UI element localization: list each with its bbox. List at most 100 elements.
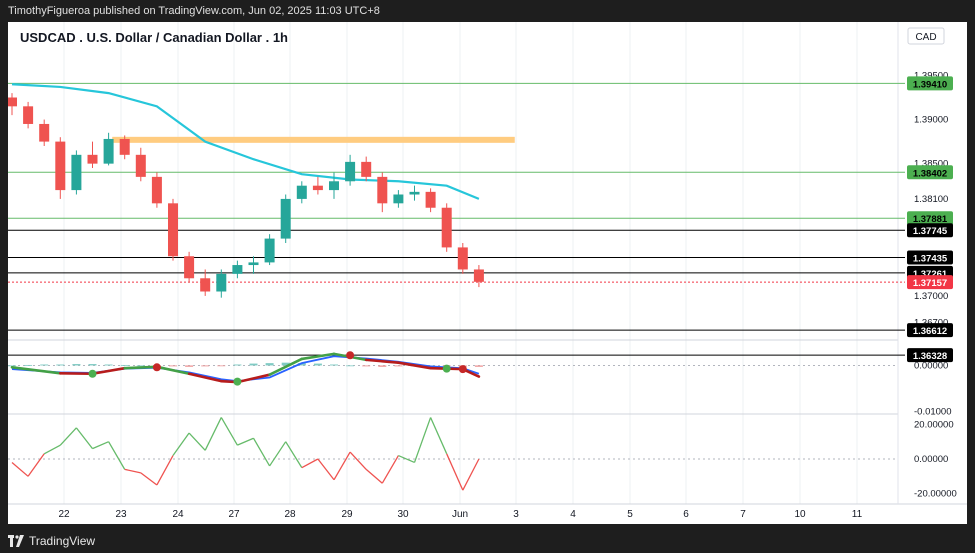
macd-hist-bar — [265, 363, 274, 366]
candle-body — [296, 185, 307, 199]
candle-body — [200, 278, 211, 292]
brand-label: TradingView — [29, 534, 96, 548]
candle-body — [184, 256, 195, 279]
oscillator-segment — [75, 427, 94, 450]
macd-hist-bar — [169, 365, 177, 367]
macd-hist-bar — [56, 364, 65, 366]
macd-hist-bar — [72, 364, 81, 366]
oscillator-segment — [237, 437, 254, 446]
x-tick-label: Jun — [452, 509, 468, 520]
macd-cross-marker — [442, 364, 451, 373]
macd-hist-bar — [201, 365, 210, 367]
oscillator-segment — [43, 444, 61, 455]
grid — [8, 22, 967, 505]
candle-body — [409, 191, 420, 195]
oscillator-segment — [398, 454, 415, 464]
level-label: 1.39410 — [913, 79, 947, 90]
resistance-zone-rect — [112, 136, 515, 143]
candle-body — [151, 176, 162, 204]
price-tick-label: 1.39000 — [914, 115, 948, 126]
macd-hist-bar — [120, 364, 129, 366]
candle-body — [441, 207, 452, 248]
oscillator-segment — [365, 468, 383, 484]
oscillator-segment — [317, 458, 335, 481]
oscillator-segment — [108, 441, 126, 470]
publish-bar: TimothyFigueroa published on TradingView… — [0, 0, 975, 22]
candle-body — [39, 123, 50, 142]
macd-hist-bar — [330, 364, 338, 366]
oscillator-segment — [252, 437, 271, 467]
macd-hist-bar — [474, 365, 483, 367]
candle-body — [312, 185, 323, 191]
candle-body — [457, 247, 468, 270]
macd-cross-marker — [152, 363, 161, 372]
macd-hist-bar — [104, 364, 113, 366]
candle-body — [280, 198, 291, 239]
candle-body — [119, 138, 130, 155]
chart-svg[interactable]: 22 23 24 27 28 29 30 Jun 3 4 5 6 7 10 111.395001.39000… — [7, 22, 967, 524]
macd-hist-bar — [394, 365, 403, 367]
oscillator-segment — [462, 458, 480, 491]
candle-body — [168, 203, 178, 257]
candle-body — [377, 176, 388, 204]
oscillator-segment — [92, 441, 109, 450]
level-label: 1.37157 — [913, 278, 947, 289]
x-tick-label: 11 — [852, 509, 863, 520]
x-tick-label: 23 — [115, 509, 127, 520]
chart-container[interactable]: 22 23 24 27 28 29 30 Jun 3 4 5 6 7 10 11 1.39500 1.39000… — [7, 22, 967, 524]
price-tick-label: 1.37000 — [914, 291, 948, 302]
x-tick-label: 30 — [397, 509, 409, 520]
macd-hist-bar — [313, 363, 322, 366]
oscillator-segment — [188, 432, 206, 451]
oscillator-segment — [430, 417, 448, 455]
level-label: 1.36328 — [913, 351, 947, 362]
macd-line-segment — [364, 358, 400, 364]
macd-cross-marker — [233, 377, 242, 386]
horizontal-levels[interactable] — [8, 82, 905, 356]
candle-body — [55, 141, 66, 191]
x-tick-label: 7 — [740, 509, 746, 520]
candle-body — [87, 154, 98, 164]
oscillator-segment — [156, 455, 174, 486]
chart-title: USDCAD . U.S. Dollar / Canadian Dollar .… — [20, 30, 288, 45]
candle-body — [71, 154, 82, 191]
macd-hist-bar — [217, 365, 226, 367]
candle-body — [23, 106, 34, 124]
oscillator-segment — [140, 472, 158, 486]
oscillator-segment — [349, 451, 367, 470]
tradingview-logo[interactable]: TradingView — [8, 534, 95, 548]
x-tick-label: 6 — [683, 509, 689, 520]
candle-body — [103, 138, 114, 164]
candle-body — [135, 154, 146, 177]
macd-hist-bar — [233, 364, 242, 366]
level-label: 1.37435 — [913, 254, 948, 265]
candles — [7, 93, 484, 298]
x-tick-label: 27 — [228, 509, 240, 520]
macd-line-segment — [123, 365, 159, 370]
candle-body — [345, 161, 356, 182]
macd-hist-bar — [185, 365, 194, 367]
x-tick-label: 4 — [570, 509, 576, 520]
macd-cross-marker — [346, 351, 355, 360]
candle-body — [232, 265, 243, 274]
macd-hist-bar — [378, 365, 387, 367]
level-label: 1.38402 — [913, 168, 947, 179]
oscillator-segment — [59, 427, 77, 446]
tradingview-icon — [8, 535, 24, 547]
currency-label: CAD — [915, 32, 936, 43]
oscillator-segment — [285, 441, 303, 468]
oscillator-tick-label: 0.00000 — [914, 454, 948, 465]
price-tick-label: 1.38100 — [914, 194, 948, 205]
oscillator-segment — [381, 455, 399, 484]
x-tick-label: 3 — [513, 509, 519, 520]
oscillator-segment — [413, 417, 432, 463]
macd-cross-marker — [88, 369, 97, 378]
oscillator-segment — [301, 458, 319, 469]
publish-text: TimothyFigueroa published on TradingView… — [8, 5, 380, 17]
oscillator-segment — [172, 432, 190, 456]
macd-pane — [8, 351, 898, 386]
oscillator-segment — [124, 468, 141, 474]
x-tick-label: 22 — [58, 509, 70, 520]
macd-hist-bar — [24, 364, 33, 366]
oscillator-segment — [11, 461, 29, 477]
